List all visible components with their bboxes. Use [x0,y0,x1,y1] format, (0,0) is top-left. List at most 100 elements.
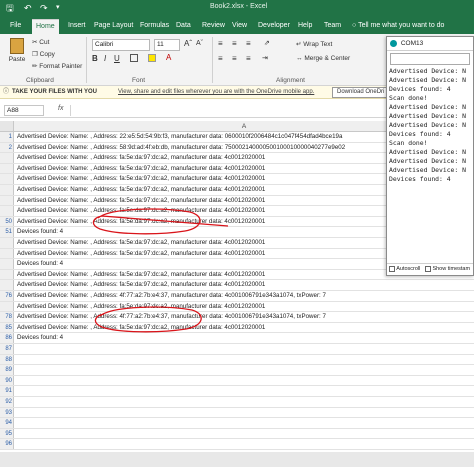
download-onedrive-button[interactable]: Download OneDri [332,87,390,98]
align-right-icon[interactable]: ≡ [246,54,251,63]
cell-text[interactable]: Advertised Device: Name: , Address: fa:5… [17,249,265,259]
undo-icon[interactable]: ↶ [24,2,32,14]
row-number[interactable]: 92 [0,397,14,407]
table-row[interactable]: 88 [0,354,474,366]
row-number[interactable]: 76 [0,291,14,301]
row-number[interactable] [0,259,14,269]
cell-text[interactable]: Devices found: 4 [17,333,63,343]
row-number[interactable]: 51 [0,227,14,237]
row-number[interactable] [0,195,14,206]
table-row[interactable]: 93 [0,407,474,419]
row-number[interactable]: 88 [0,354,14,365]
row-number[interactable] [0,248,14,259]
table-row[interactable]: 78 Advertised Device: Name: , Address: 4f… [0,312,474,323]
row-number[interactable]: 2 [0,142,14,153]
infobar-message[interactable]: View, share and edit files wherever you … [118,86,314,98]
name-box[interactable]: A88 [4,105,44,116]
fill-color-icon[interactable] [148,54,158,62]
cell-text[interactable]: Advertised Device: Name: , Address: fa:5… [17,270,265,280]
table-row[interactable]: 76 Advertised Device: Name: , Address: 4f… [0,291,474,302]
table-row[interactable]: 86 Devices found: 4 [0,333,474,344]
cell-text[interactable]: Advertised Device: Name: , Address: fa:5… [17,206,265,216]
table-row[interactable]: 87 [0,344,474,355]
cell-text[interactable]: Advertised Device: Name: , Address: fa:5… [17,280,265,290]
indent-icon[interactable]: ⇥ [262,54,268,62]
save-icon[interactable]: 🖫 [6,2,14,14]
row-number[interactable] [0,238,14,248]
cell-text[interactable]: Advertised Device: Name: , Address: fa:5… [17,217,265,227]
fx-icon[interactable]: fx [58,105,63,112]
row-number[interactable]: 85 [0,322,14,333]
tab-help[interactable]: Help [294,19,316,34]
cell-text[interactable]: Devices found: 4 [17,227,63,237]
cell-text[interactable]: Advertised Device: Name: , Address: fa:5… [17,174,265,184]
underline-button[interactable]: U [114,54,120,63]
row-number[interactable]: 95 [0,428,14,439]
redo-icon[interactable]: ↷ [40,2,48,14]
align-top-icon[interactable]: ≡ [218,39,223,48]
cut-button[interactable]: ✂ Cut [32,38,49,46]
cell-text[interactable]: Advertised Device: Name: , Address: fa:5… [17,323,265,333]
wrap-text-button[interactable]: ↵ Wrap Text [296,40,332,48]
cell-text[interactable]: Advertised Device: Name: , Address: fa:5… [17,196,265,206]
row-number[interactable]: 87 [0,344,14,354]
serial-send-input[interactable] [390,53,470,65]
cell-text[interactable]: Devices found: 4 [17,259,63,269]
font-color-icon[interactable]: A [166,53,171,62]
table-row[interactable]: Advertised Device: Name: , Address: fa:5… [0,301,474,313]
table-row[interactable]: 90 [0,375,474,387]
tab-team[interactable]: Team [320,19,345,34]
tab-formulas[interactable]: Formulas [136,19,173,34]
tab-review[interactable]: Review [198,19,229,34]
tab-developer[interactable]: Developer [254,19,294,34]
autoscroll-checkbox[interactable] [389,265,395,272]
row-number[interactable]: 86 [0,333,14,343]
row-number[interactable] [0,301,14,312]
format-painter-button[interactable]: ✏ Format Painter [32,62,82,70]
tab-view[interactable]: View [228,19,251,34]
table-row[interactable]: 92 [0,397,474,408]
cell-text[interactable]: Advertised Device: Name: , Address: fa:5… [17,153,265,163]
tab-home[interactable]: Home [32,19,59,34]
select-all-corner[interactable] [0,121,14,132]
row-number[interactable]: 78 [0,312,14,322]
row-number[interactable]: 96 [0,439,14,449]
tab-data[interactable]: Data [172,19,195,34]
table-row[interactable]: 91 [0,386,474,397]
table-row[interactable]: 95 [0,428,474,440]
table-row[interactable]: 89 [0,365,474,376]
italic-button[interactable]: I [104,54,106,63]
cell-text[interactable]: Advertised Device: Name: , Address: fa:5… [17,302,265,312]
borders-icon[interactable] [130,54,140,62]
row-number[interactable] [0,185,14,195]
copy-button[interactable]: ❐ Copy [32,50,55,58]
tab-file[interactable]: File [6,19,25,34]
row-number[interactable]: 50 [0,216,14,227]
table-row[interactable]: Advertised Device: Name: , Address: fa:5… [0,280,474,291]
row-number[interactable]: 1 [0,132,14,142]
cell-text[interactable]: Advertised Device: Name: , Address: fa:5… [17,185,265,195]
cell-text[interactable]: Advertised Device: Name: , Address: fa:5… [17,238,265,248]
row-number[interactable] [0,153,14,163]
align-middle-icon[interactable]: ≡ [232,39,237,48]
row-number[interactable]: 93 [0,407,14,418]
table-row[interactable]: 85 Advertised Device: Name: , Address: fa… [0,322,474,334]
row-number[interactable]: 89 [0,365,14,375]
orientation-icon[interactable]: ⇗ [264,39,270,47]
row-number[interactable] [0,280,14,290]
tab-insert[interactable]: Insert [64,19,90,34]
font-name-select[interactable]: Calibri [92,39,150,51]
cell-text[interactable]: Advertised Device: Name: , Address: fa:5… [17,164,265,174]
row-number[interactable]: 94 [0,418,14,428]
row-number[interactable] [0,163,14,174]
align-center-icon[interactable]: ≡ [232,54,237,63]
table-row[interactable]: 94 [0,418,474,429]
cell-text[interactable]: Advertised Device: Name: , Address: 4f:7… [17,291,326,301]
grow-font-icon[interactable]: Aˆ [184,39,192,48]
cell-text[interactable]: Advertised Device: Name: , Address: 22:e… [17,132,342,142]
align-bottom-icon[interactable]: ≡ [246,39,251,48]
row-number[interactable] [0,206,14,216]
timestamp-checkbox[interactable] [424,265,431,272]
cell-text[interactable]: Advertised Device: Name: , Address: 4f:7… [17,312,326,322]
table-row[interactable]: 96 [0,439,474,450]
